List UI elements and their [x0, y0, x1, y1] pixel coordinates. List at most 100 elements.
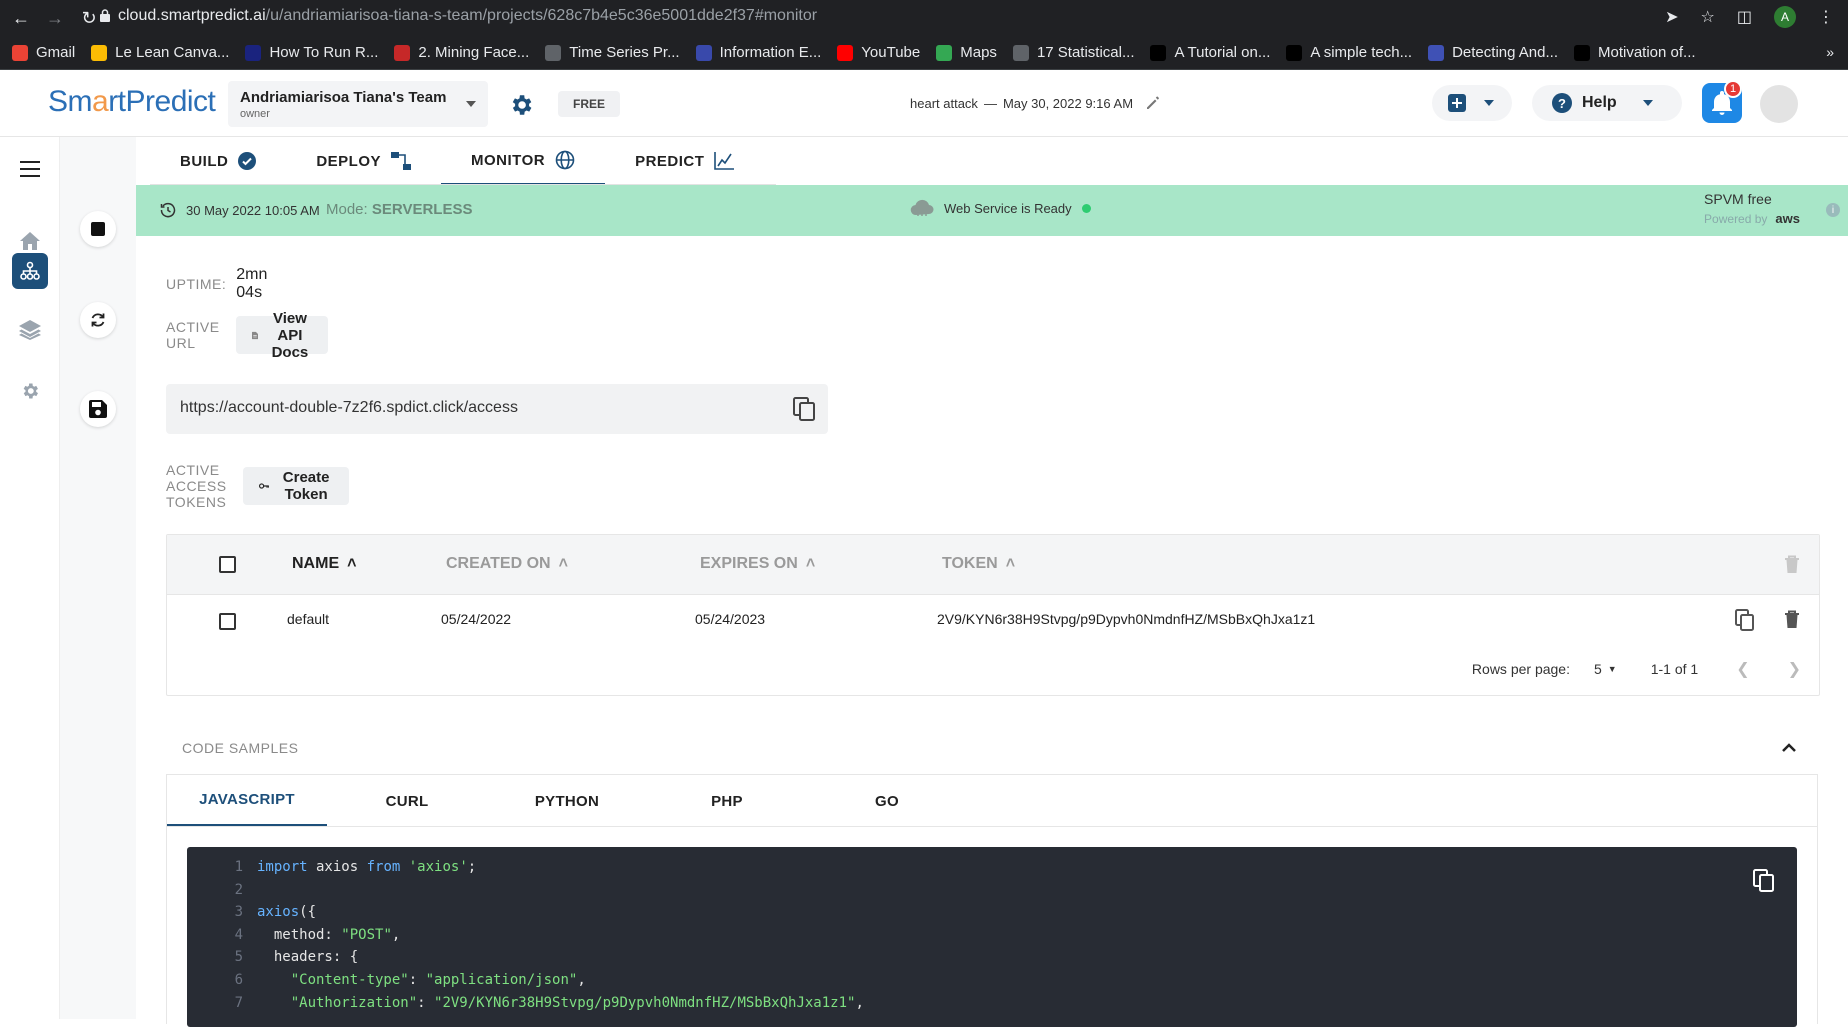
- project-separator: —: [983, 95, 997, 111]
- cloud-icon: [910, 199, 934, 216]
- view-api-docs-label: View API Docs: [271, 309, 309, 361]
- side-panel-icon[interactable]: ◫: [1737, 7, 1752, 27]
- key-icon: [258, 483, 269, 489]
- row-checkbox[interactable]: [219, 613, 236, 630]
- url-path: /u/andriamiarisoa-tiana-s-team/projects/…: [265, 7, 818, 24]
- globe-icon: [555, 150, 575, 170]
- info-icon[interactable]: i: [1826, 203, 1840, 217]
- line-number: 7: [234, 994, 243, 1011]
- tab-build[interactable]: BUILD: [150, 137, 286, 185]
- notification-count-badge: 1: [1724, 80, 1742, 98]
- access-tokens-table: NAME ˄ CREATED ON ˄ EXPIRES ON ˄ TOKEN ˄ def…: [166, 534, 1820, 696]
- delete-token-trash-icon[interactable]: [1784, 610, 1800, 629]
- save-button[interactable]: [80, 391, 116, 427]
- back-button[interactable]: ←: [8, 5, 34, 31]
- copy-token-icon[interactable]: [1735, 609, 1755, 631]
- column-header-name[interactable]: NAME ˄: [292, 555, 356, 573]
- plan-badge: FREE: [558, 91, 620, 117]
- endpoint-url-field[interactable]: https://account-double-7z2f6.spdict.clic…: [166, 384, 828, 434]
- line-number: 5: [234, 949, 243, 966]
- bookmark-item[interactable]: Le Lean Canva...: [91, 44, 229, 61]
- tab-build-label: BUILD: [180, 152, 229, 170]
- column-header-token[interactable]: TOKEN ˄: [942, 555, 1015, 573]
- team-selector[interactable]: Andriamiarisoa Tiana's Team owner: [228, 81, 488, 127]
- bookmark-item[interactable]: How To Run R...: [245, 44, 378, 61]
- settings-gear-icon[interactable]: [12, 373, 48, 409]
- team-settings-gear-icon[interactable]: [508, 92, 534, 118]
- delete-all-trash-icon[interactable]: [1784, 555, 1800, 574]
- token-value-cell: 2V9/KYN6r38H9Stvpg/p9Dypvh0NmdnfHZ/MSbBx…: [937, 611, 1316, 627]
- plan-info: SPVM free Powered by aws: [1704, 191, 1800, 226]
- plus-square-icon: [1448, 94, 1466, 112]
- copy-code-icon[interactable]: [1753, 869, 1775, 893]
- left-nav: [0, 137, 60, 1019]
- bookmark-item[interactable]: Detecting And...: [1428, 44, 1558, 61]
- code-token: "POST": [341, 926, 392, 943]
- mode-value: SERVERLESS: [371, 201, 473, 218]
- bookmark-label: 17 Statistical...: [1036, 44, 1135, 61]
- tab-monitor[interactable]: MONITOR: [441, 137, 606, 185]
- code-token: ,: [391, 926, 401, 943]
- edit-pencil-icon[interactable]: [1145, 95, 1161, 111]
- address-bar[interactable]: cloud.smartpredict.ai/u/andriamiarisoa-t…: [118, 7, 817, 25]
- bookmark-item[interactable]: Time Series Pr...: [545, 44, 680, 61]
- bookmark-favicon-icon: [837, 44, 854, 61]
- add-new-button[interactable]: [1432, 85, 1512, 121]
- tab-deploy[interactable]: DEPLOY: [286, 137, 441, 185]
- reload-button[interactable]: ↻: [76, 5, 102, 31]
- plan-name: SPVM free: [1704, 191, 1772, 207]
- deploy-flow-icon: [391, 152, 412, 170]
- forward-button[interactable]: →: [42, 5, 68, 31]
- smartpredict-logo[interactable]: SmartPredict: [48, 85, 216, 119]
- select-all-checkbox[interactable]: [219, 556, 236, 573]
- bookmark-favicon-icon: [1428, 44, 1445, 61]
- bookmark-item[interactable]: 17 Statistical...: [1012, 44, 1135, 61]
- profile-avatar[interactable]: A: [1774, 6, 1796, 28]
- history-clock-icon: [160, 202, 176, 218]
- copy-url-icon[interactable]: [792, 396, 816, 422]
- hamburger-menu-icon[interactable]: [20, 161, 40, 182]
- bookmark-favicon-icon: [394, 44, 411, 61]
- tab-predict[interactable]: PREDICT: [605, 137, 764, 185]
- send-icon[interactable]: ➤: [1665, 7, 1678, 27]
- stop-button[interactable]: [80, 211, 116, 247]
- tab-lang-curl[interactable]: CURL: [327, 775, 487, 827]
- tab-lang-go[interactable]: GO: [807, 775, 967, 827]
- next-page-icon[interactable]: ❯: [1788, 659, 1801, 679]
- bookmark-item[interactable]: Information E...: [695, 44, 821, 61]
- help-menu-button[interactable]: ? Help: [1532, 85, 1682, 121]
- question-circle-icon: ?: [1552, 93, 1572, 113]
- bookmark-item[interactable]: Gmail: [12, 44, 75, 61]
- view-api-docs-button[interactable]: View API Docs: [235, 310, 329, 361]
- bookmark-item[interactable]: YouTube: [837, 44, 920, 61]
- bookmark-item[interactable]: 2. Mining Face...: [394, 44, 529, 61]
- menu-dots-icon[interactable]: ⋮: [1818, 7, 1834, 27]
- user-avatar[interactable]: [1760, 85, 1798, 123]
- deployment-status-bar: 30 May 2022 10:05 AM Mode: SERVERLESS We…: [136, 185, 1848, 236]
- code-token: "application/json": [425, 971, 578, 988]
- tab-lang-javascript[interactable]: JAVASCRIPT: [167, 775, 327, 827]
- code-line: 4 method: "POST",: [187, 927, 1797, 950]
- tab-lang-php[interactable]: PHP: [647, 775, 807, 827]
- row-divider: [167, 594, 1819, 595]
- stop-square-icon: [91, 222, 105, 236]
- bookmarks-overflow-icon[interactable]: »: [1826, 44, 1834, 60]
- create-token-button[interactable]: Create Token: [242, 467, 350, 505]
- rows-per-page-select[interactable]: 5 ▼: [1594, 661, 1617, 677]
- bookmark-item[interactable]: A simple tech...: [1286, 44, 1412, 61]
- bookmark-favicon-icon: [1150, 44, 1167, 61]
- layers-icon[interactable]: [12, 312, 48, 348]
- tab-lang-python[interactable]: PYTHON: [487, 775, 647, 827]
- bookmark-item[interactable]: Maps: [936, 44, 997, 61]
- refresh-icon: [91, 313, 105, 327]
- bookmark-item[interactable]: A Tutorial on...: [1150, 44, 1270, 61]
- projects-sitemap-icon[interactable]: [12, 253, 48, 289]
- chevron-up-icon[interactable]: [1780, 740, 1798, 754]
- column-header-expires[interactable]: EXPIRES ON ˄: [700, 555, 815, 573]
- prev-page-icon[interactable]: ❮: [1736, 659, 1749, 679]
- bookmark-star-icon[interactable]: ☆: [1701, 7, 1715, 27]
- bookmark-item[interactable]: Motivation of...: [1574, 44, 1696, 61]
- column-header-created[interactable]: CREATED ON ˄: [446, 555, 568, 573]
- refresh-button[interactable]: [80, 302, 116, 338]
